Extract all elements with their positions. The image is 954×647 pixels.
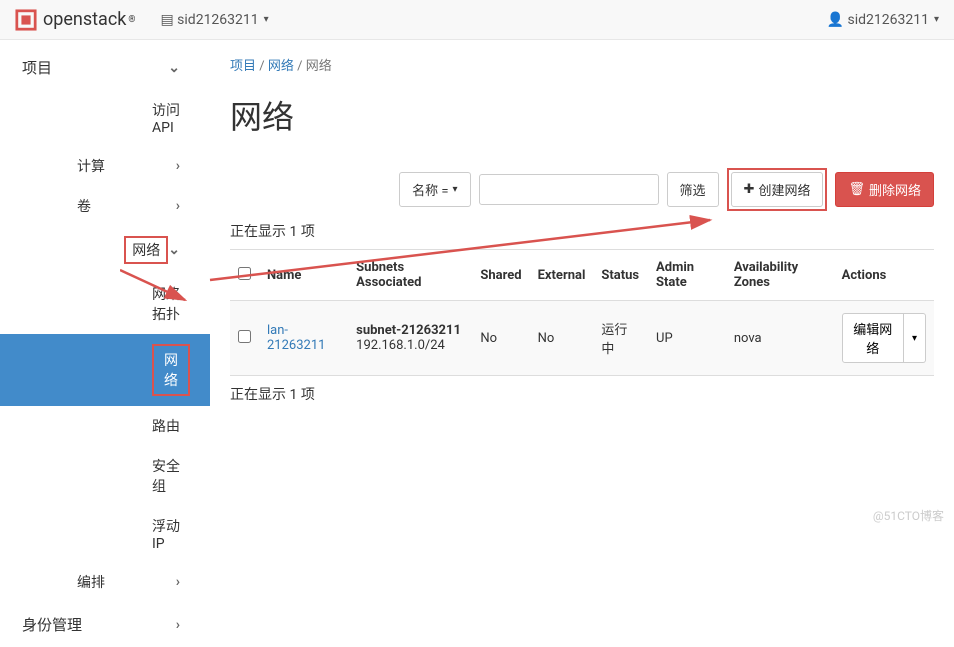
sidebar-item-compute[interactable]: 计算›: [0, 146, 210, 186]
create-network-button[interactable]: ✚创建网络: [731, 172, 824, 207]
col-status: Status: [593, 250, 648, 301]
networks-table: Name Subnets Associated Shared External …: [230, 249, 934, 376]
sidebar-item-topology[interactable]: 网络拓扑: [0, 274, 210, 334]
domain-label: sid21263211: [177, 12, 258, 28]
filter-button[interactable]: 筛选: [667, 172, 719, 207]
cell-az: nova: [726, 301, 834, 376]
col-external: External: [530, 250, 594, 301]
openstack-icon: [15, 9, 37, 31]
main-content: 项目 / 网络 / 网络 网络 名称 = ▾ 筛选 ✚创建网络 🗑删除网络 正在…: [210, 40, 954, 529]
caret-down-icon: ▾: [453, 184, 458, 195]
chevron-right-icon: ›: [176, 617, 180, 633]
col-az: Availability Zones: [726, 250, 834, 301]
sidebar-item-project[interactable]: 项目⌄: [0, 45, 210, 90]
display-count-top: 正在显示 1 项: [230, 221, 934, 241]
col-actions: Actions: [834, 250, 934, 301]
row-actions-dropdown[interactable]: ▾: [904, 313, 926, 363]
col-shared: Shared: [472, 250, 529, 301]
subnet-name: subnet-21263211: [356, 323, 461, 338]
chevron-right-icon: ›: [176, 574, 180, 590]
brand-logo[interactable]: openstack®: [15, 9, 135, 31]
toolbar: 名称 = ▾ 筛选 ✚创建网络 🗑删除网络: [230, 168, 934, 211]
sidebar-item-volume[interactable]: 卷›: [0, 186, 210, 226]
sidebar-item-orchestration[interactable]: 编排›: [0, 562, 210, 602]
delete-network-button[interactable]: 🗑删除网络: [835, 172, 934, 207]
crumb-project[interactable]: 项目: [230, 59, 256, 74]
chevron-down-icon: ▾: [934, 14, 939, 25]
brand-text: openstack: [43, 9, 126, 30]
brand-tm: ®: [128, 15, 135, 25]
sidebar-item-floatingip[interactable]: 浮动IP: [0, 506, 210, 562]
edit-network-button[interactable]: 编辑网络: [842, 313, 904, 363]
page-title: 网络: [230, 92, 934, 138]
trash-icon: 🗑: [848, 182, 865, 197]
cell-external: No: [530, 301, 594, 376]
select-all-checkbox[interactable]: [238, 267, 251, 280]
display-count-bottom: 正在显示 1 项: [230, 384, 934, 404]
user-label: sid21263211: [847, 12, 928, 28]
crumb-current: 网络: [306, 59, 332, 74]
breadcrumb: 项目 / 网络 / 网络: [230, 55, 934, 74]
cell-shared: No: [472, 301, 529, 376]
sidebar-item-networks[interactable]: 网络: [0, 334, 210, 406]
table-row: lan-21263211 subnet-21263211192.168.1.0/…: [230, 301, 934, 376]
col-admin: Admin State: [648, 250, 726, 301]
sidebar-item-routers[interactable]: 路由: [0, 406, 210, 446]
chevron-down-icon: ⌄: [168, 60, 180, 76]
sidebar-item-identity[interactable]: 身份管理›: [0, 602, 210, 647]
sidebar-item-api[interactable]: 访问API: [0, 90, 210, 146]
create-highlight: ✚创建网络: [727, 168, 828, 211]
domain-icon: ▤: [160, 12, 173, 28]
subnet-cidr: 192.168.1.0/24: [356, 338, 445, 353]
plus-icon: ✚: [744, 182, 755, 197]
network-name-link[interactable]: lan-21263211: [267, 323, 325, 353]
user-menu[interactable]: 👤 sid21263211 ▾: [827, 12, 939, 28]
row-checkbox[interactable]: [238, 330, 251, 343]
chevron-right-icon: ›: [176, 198, 180, 214]
watermark: @51CTO博客: [873, 507, 944, 524]
chevron-right-icon: ›: [176, 158, 180, 174]
chevron-down-icon: ▾: [264, 14, 269, 25]
filter-input[interactable]: [479, 174, 659, 205]
cell-status: 运行中: [593, 301, 648, 376]
sidebar-item-secgroups[interactable]: 安全组: [0, 446, 210, 506]
chevron-down-icon: ⌄: [168, 242, 180, 258]
filter-column-select[interactable]: 名称 = ▾: [399, 172, 470, 207]
topbar: openstack® ▤ sid21263211 ▾ 👤 sid21263211…: [0, 0, 954, 40]
user-icon: 👤: [827, 12, 844, 28]
sidebar-item-network[interactable]: 网络⌄: [0, 226, 210, 274]
col-name: Name: [259, 250, 348, 301]
sidebar: 项目⌄ 访问API 计算› 卷› 网络⌄ 网络拓扑 网络 路由 安全组 浮动IP…: [0, 40, 210, 529]
crumb-network[interactable]: 网络: [268, 59, 294, 74]
col-subnets: Subnets Associated: [348, 250, 472, 301]
cell-admin: UP: [648, 301, 726, 376]
domain-selector[interactable]: ▤ sid21263211 ▾: [160, 12, 268, 28]
